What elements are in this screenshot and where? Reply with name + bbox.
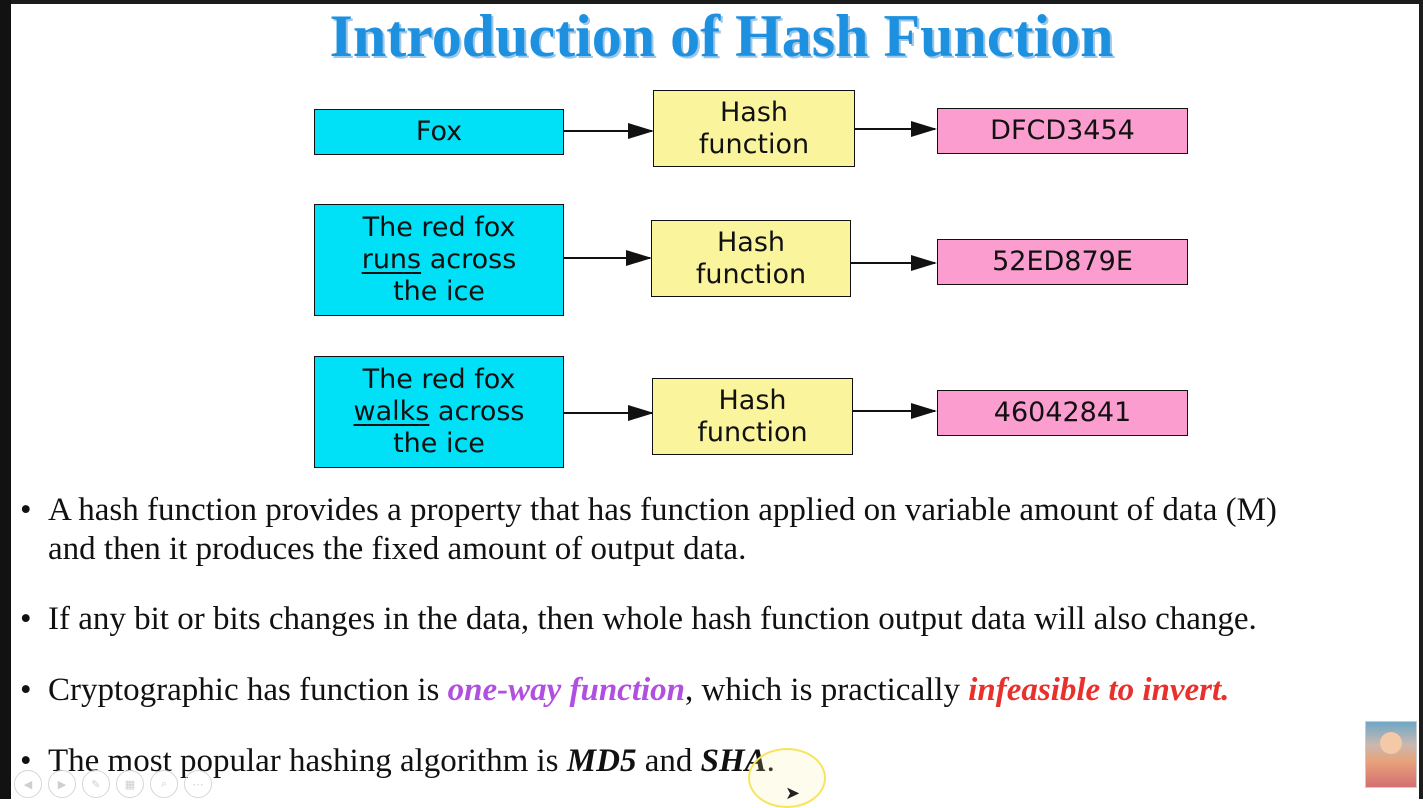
input-text: Fox <box>415 116 463 147</box>
input-text-line3: the ice <box>393 276 485 307</box>
next-icon[interactable]: ▶ <box>48 770 76 798</box>
bullet-text: The most popular hashing algorithm is MD… <box>48 742 1423 781</box>
md5-emphasis: MD5 <box>566 743 637 779</box>
hash-label-line1: Hash <box>718 384 787 416</box>
bullet-text-line2: and then it produces the fixed amount of… <box>48 531 747 567</box>
one-way-function-emphasis: one-way function <box>447 672 686 708</box>
input-text-line1: The red fox <box>362 212 516 243</box>
arrow-to-output <box>851 255 937 271</box>
arrow-to-output <box>855 121 937 137</box>
arrow-to-output <box>853 403 937 419</box>
hash-function-box: Hash function <box>652 378 853 455</box>
hash-function-box: Hash function <box>653 90 855 167</box>
output-box: 52ED879E <box>937 239 1188 285</box>
hash-label-line2: function <box>697 416 808 448</box>
pen-icon[interactable]: ✎ <box>82 770 110 798</box>
bullet-text: If any bit or bits changes in the data, … <box>48 601 1257 637</box>
input-box-walks: The red fox walks across the ice <box>314 356 564 468</box>
infeasible-emphasis: infeasible to invert. <box>968 672 1230 708</box>
output-text: DFCD3454 <box>990 115 1135 146</box>
output-box: 46042841 <box>937 390 1188 436</box>
hash-label-line1: Hash <box>716 226 786 258</box>
bullet-prefix: Cryptographic has function is <box>48 672 448 708</box>
window-left-border <box>0 0 11 799</box>
slideshow-controls: ◀ ▶ ✎ ▦ ⌕ ⋯ <box>14 770 212 798</box>
changed-word: runs <box>361 244 422 275</box>
more-icon[interactable]: ⋯ <box>184 770 212 798</box>
changed-word: walks <box>353 396 430 427</box>
bullet-dot: • <box>20 672 32 708</box>
bullet-middle: and <box>636 743 701 779</box>
hash-function-box: Hash function <box>651 220 851 297</box>
mouse-pointer-icon: ➤ <box>785 783 801 804</box>
output-box: DFCD3454 <box>937 108 1188 154</box>
input-box-runs: The red fox runs across the ice <box>314 204 564 316</box>
input-text-line1: The red fox <box>362 364 516 395</box>
input-text-line2: walks across <box>353 396 525 427</box>
input-box-fox: Fox <box>314 109 564 155</box>
input-text-line3: the ice <box>393 428 485 459</box>
hash-label-line2: function <box>695 258 807 290</box>
output-text: 46042841 <box>993 397 1132 428</box>
slides-icon[interactable]: ▦ <box>116 770 144 798</box>
bullet-text: Cryptographic has function is one-way fu… <box>48 671 1423 710</box>
previous-icon[interactable]: ◀ <box>14 770 42 798</box>
bullet-item: • A hash function provides a property th… <box>20 491 1423 571</box>
bullet-dot: • <box>20 492 32 528</box>
hash-label-line1: Hash <box>719 96 789 128</box>
arrow-to-hash <box>564 250 652 266</box>
bullet-text-line1: A hash function provides a property that… <box>48 492 1277 528</box>
slide-title: Introduction of Hash Function <box>329 3 1114 69</box>
bullet-middle: , which is practically <box>685 672 969 708</box>
hash-label-line2: function <box>698 128 810 160</box>
arrow-to-hash <box>564 123 654 139</box>
output-text: 52ED879E <box>992 246 1133 277</box>
presenter-webcam-thumbnail <box>1365 721 1417 788</box>
zoom-icon[interactable]: ⌕ <box>150 770 178 798</box>
arrow-to-hash <box>564 405 654 421</box>
input-text-line2: runs across <box>361 244 517 275</box>
bullet-dot: • <box>20 601 32 637</box>
